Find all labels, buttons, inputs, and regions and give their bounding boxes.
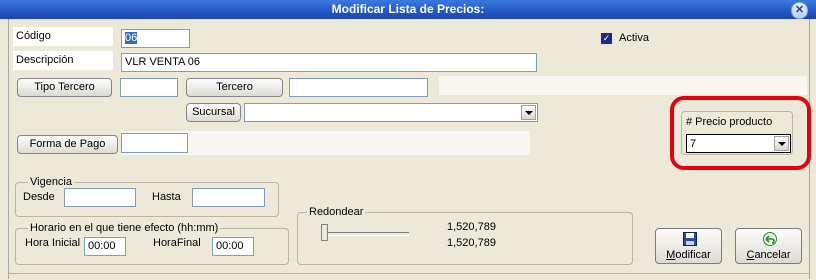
codigo-input[interactable]: 06: [121, 29, 190, 48]
cancelar-button[interactable]: Cancelar: [735, 228, 802, 264]
sucursal-button[interactable]: Sucursal: [186, 103, 241, 122]
modificar-accesskey: M: [666, 249, 676, 261]
close-icon: ✕: [794, 4, 805, 16]
modificar-label-rest: odificar: [675, 249, 711, 261]
slider-track: [321, 232, 409, 236]
tipo-tercero-input[interactable]: [120, 78, 178, 97]
descripcion-label: Descripción: [13, 51, 113, 70]
desde-label: Desde: [23, 191, 55, 203]
redondear-legend: Redondear: [307, 206, 366, 218]
modificar-button[interactable]: Modificar: [655, 228, 722, 264]
tercero-name-display: [439, 76, 807, 95]
redondear-value-1: 1,520,789: [447, 221, 496, 233]
hora-inicial-input[interactable]: 00:00: [84, 237, 126, 256]
window-titlebar: Modificar Lista de Precios: ✕: [0, 0, 816, 19]
hasta-label: Hasta: [152, 191, 181, 203]
codigo-label: Código: [13, 27, 113, 46]
hora-final-input[interactable]: 00:00: [212, 237, 254, 256]
close-button[interactable]: ✕: [791, 2, 808, 19]
hasta-input[interactable]: [192, 188, 265, 207]
floppy-disk-icon: [683, 232, 697, 246]
precio-producto-select[interactable]: 7: [686, 134, 791, 153]
form-panel: Código 06 ✓ Activa Descripción VLR VENTA…: [8, 19, 811, 279]
precio-producto-label: # Precio producto: [686, 116, 773, 128]
modificar-label: Modificar: [656, 249, 721, 261]
vigencia-legend: Vigencia: [28, 176, 74, 188]
tercero-button[interactable]: Tercero: [186, 78, 283, 97]
chevron-down-icon[interactable]: [774, 136, 789, 151]
redondear-value-2: 1,520,789: [447, 237, 496, 249]
redondear-slider[interactable]: [321, 222, 411, 244]
desde-input[interactable]: [64, 188, 136, 207]
forma-pago-input[interactable]: [121, 133, 188, 153]
cancelar-label-rest: ancelar: [754, 249, 791, 261]
slider-thumb[interactable]: [321, 224, 328, 241]
forma-pago-button[interactable]: Forma de Pago: [17, 135, 118, 154]
window-title: Modificar Lista de Precios:: [331, 2, 485, 16]
tipo-tercero-button[interactable]: Tipo Tercero: [17, 78, 112, 97]
undo-arrow-icon: [763, 232, 777, 246]
hora-final-label: HoraFinal: [153, 237, 201, 249]
precio-producto-value: 7: [690, 138, 697, 150]
chevron-down-icon[interactable]: [521, 105, 536, 120]
sucursal-select[interactable]: [244, 103, 538, 122]
cancelar-label: Cancelar: [736, 249, 801, 261]
activa-checkbox[interactable]: ✓: [601, 33, 612, 44]
codigo-value: 06: [125, 32, 138, 44]
horario-legend: Horario en el que tiene efecto (hh:mm): [28, 222, 221, 234]
descripcion-input[interactable]: VLR VENTA 06: [121, 53, 537, 72]
checkmark-icon: ✓: [602, 33, 611, 43]
hora-inicial-label: Hora Inicial: [25, 237, 81, 249]
tercero-input[interactable]: [289, 78, 428, 97]
activa-label: Activa: [619, 32, 649, 44]
